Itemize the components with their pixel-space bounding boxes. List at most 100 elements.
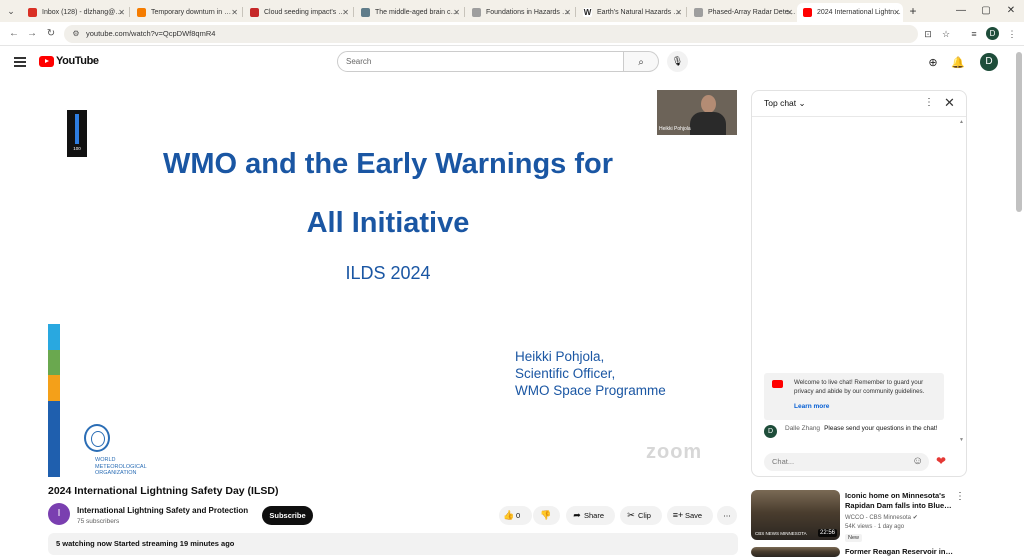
blogger-icon [137, 8, 146, 17]
more-actions-button[interactable]: ⋯ [717, 506, 737, 525]
search-placeholder: Search [346, 57, 372, 66]
recommendation-channel[interactable]: WCCO - CBS Minnesota ✔ [845, 514, 918, 522]
notifications-bell-icon[interactable]: 🔔 [950, 55, 966, 71]
tab-title: Earth's Natural Hazards … [597, 9, 681, 16]
chat-header: Top chat ⌄ ⋮ ✕ [752, 91, 966, 117]
verified-check-icon: ✔ [912, 515, 918, 521]
color-strip-segment [48, 375, 60, 401]
browser-tab[interactable]: Phased-Array Radar Dete… ✕ [688, 3, 796, 22]
browser-tab-active[interactable]: 2024 International Lightn… ✕ [797, 3, 903, 22]
back-arrow-icon[interactable]: ← [6, 26, 22, 42]
search-input[interactable]: Search [337, 51, 624, 72]
tab-close-icon[interactable]: ✕ [453, 3, 460, 22]
browser-tab[interactable]: Temporary downturn in … ✕ [131, 3, 241, 22]
install-app-icon[interactable]: ⊡ [920, 26, 936, 42]
youtube-logo-text[interactable]: YouTube [56, 55, 99, 67]
chat-author-avatar[interactable]: D [764, 425, 777, 438]
tab-title: Temporary downturn in … [151, 9, 232, 16]
extensions-icon[interactable]: ≡ [966, 26, 982, 42]
document-icon [694, 8, 703, 17]
upload-age: 1 day ago [877, 524, 905, 530]
tab-close-icon[interactable]: ✕ [893, 3, 900, 22]
learn-more-link[interactable]: Learn more [794, 403, 829, 410]
scroll-up-arrow-icon[interactable]: ▲ [959, 119, 964, 125]
youtube-logo-icon[interactable] [39, 56, 54, 67]
account-avatar[interactable]: D [980, 53, 998, 71]
wikipedia-icon: W [583, 8, 592, 17]
recommendation-more-icon[interactable]: ⋮ [955, 491, 965, 502]
recommendation-thumbnail[interactable] [751, 547, 840, 557]
recommendation-title[interactable]: Iconic home on Minnesota's Rapidan Dam f… [845, 491, 953, 510]
reload-icon[interactable]: ↻ [43, 26, 59, 42]
chat-close-icon[interactable]: ✕ [944, 95, 955, 111]
clip-label: Clip [638, 511, 651, 520]
browser-tab[interactable]: W Earth's Natural Hazards … ✕ [577, 3, 685, 22]
view-count: 54K views [845, 524, 873, 530]
tab-title: Cloud seeding impact's … [264, 9, 346, 16]
browser-menu-icon[interactable]: ⋮ [1004, 26, 1020, 42]
youtube-icon [803, 8, 812, 17]
more-horizontal-icon: ⋯ [723, 511, 731, 520]
scroll-down-arrow-icon[interactable]: ▼ [959, 437, 964, 443]
live-chat-panel: Top chat ⌄ ⋮ ✕ ▲ Welcome to live chat! R… [751, 90, 967, 477]
recommendation-thumbnail[interactable]: CBS NEWS MINNESOTA 22:56 [751, 490, 840, 540]
tab-search-chevron-icon[interactable]: ⌄ [4, 4, 18, 18]
dislike-button[interactable]: 👎 [533, 506, 560, 525]
wmo-org-name: WORLD METEOROLOGICAL ORGANIZATION [95, 457, 147, 477]
chevron-down-icon: ⌄ [798, 98, 806, 108]
video-title: 2024 International Lightning Safety Day … [48, 485, 279, 497]
tab-close-icon[interactable]: ✕ [231, 3, 238, 22]
tab-close-icon[interactable]: ✕ [118, 3, 125, 22]
video-player[interactable]: 100 WMO and the Early Warnings for All I… [36, 86, 740, 482]
wmo-emblem-icon [84, 424, 110, 452]
chat-message-author[interactable]: Dalle Zhang [785, 425, 820, 432]
site-info-icon[interactable]: ⚙ [70, 28, 82, 40]
browser-tab[interactable]: Inbox (128) - dlzhang@… ✕ [22, 3, 128, 22]
subscribe-button[interactable]: Subscribe [262, 506, 313, 525]
browser-profile-avatar[interactable]: D [986, 27, 999, 40]
bookmark-star-icon[interactable]: ☆ [938, 26, 954, 42]
voice-search-button[interactable]: 🎙 [667, 51, 688, 72]
search-button[interactable]: ⌕ [624, 51, 659, 72]
tab-close-icon[interactable]: ✕ [675, 3, 682, 22]
new-tab-button[interactable]: + [906, 3, 920, 19]
slide-title-line1: WMO and the Early Warnings for [162, 148, 614, 180]
slide-subtitle: ILDS 2024 [345, 263, 431, 283]
search-icon: ⌕ [638, 57, 644, 68]
channel-name[interactable]: International Lightning Safety and Prote… [77, 506, 248, 515]
chat-welcome-banner: Welcome to live chat! Remember to guard … [764, 373, 944, 420]
zoom-watermark: zoom [646, 441, 703, 463]
browser-tab[interactable]: The middle-aged brain c… ✕ [355, 3, 463, 22]
speaker-name: Heikki Pohjola, [515, 349, 605, 364]
heart-reaction-icon[interactable]: ❤ [936, 454, 946, 468]
clip-button[interactable]: ✂ Clip [620, 506, 662, 525]
chat-input[interactable]: Chat... [764, 453, 929, 471]
url-text[interactable]: youtube.com/watch?v=QcpDWf8qmR4 [86, 25, 215, 43]
browser-tab[interactable]: Cloud seeding impact's … ✕ [244, 3, 352, 22]
tab-close-icon[interactable]: ✕ [786, 3, 793, 22]
address-bar[interactable]: ⚙ youtube.com/watch?v=QcpDWf8qmR4 [64, 25, 918, 43]
subscriber-count: 75 subscribers [77, 518, 120, 525]
chat-mode-dropdown[interactable]: Top chat ⌄ [764, 98, 806, 109]
minimize-icon[interactable]: — [950, 3, 972, 19]
maximize-icon[interactable]: ▢ [975, 3, 997, 19]
page-scrollbar[interactable] [1016, 52, 1022, 212]
hamburger-menu-icon[interactable] [14, 57, 26, 67]
chat-message: Dalle Zhang Please send your questions in… [785, 425, 955, 434]
browser-tab[interactable]: Foundations in Hazards … ✕ [466, 3, 574, 22]
tab-close-icon[interactable]: ✕ [564, 3, 571, 22]
create-video-icon[interactable]: ⊕ [925, 55, 941, 71]
forward-arrow-icon[interactable]: → [24, 26, 40, 42]
like-button[interactable]: 👍0 [499, 506, 532, 525]
save-button[interactable]: ≡+ Save [667, 506, 713, 525]
camera-label: Heikki Pohjola [659, 126, 691, 132]
chat-more-icon[interactable]: ⋮ [924, 97, 934, 108]
share-button[interactable]: ➦ Share [566, 506, 615, 525]
tab-close-icon[interactable]: ✕ [342, 3, 349, 22]
channel-avatar[interactable]: I [48, 503, 70, 525]
gmail-icon [28, 8, 37, 17]
close-window-icon[interactable]: ✕ [1000, 3, 1022, 19]
color-strip-segment [48, 324, 60, 350]
cbs-news-logo: CBS NEWS MINNESOTA [755, 531, 807, 536]
emoji-icon[interactable]: ☺ [912, 455, 923, 467]
